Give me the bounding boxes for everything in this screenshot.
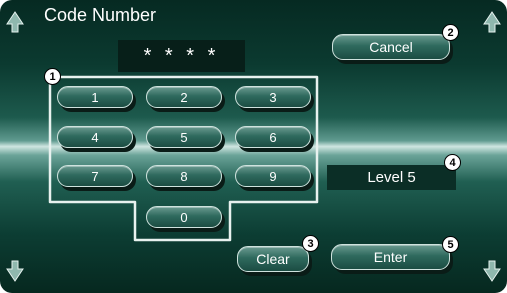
key-8-button[interactable]: 8 — [146, 165, 222, 187]
key-2-button[interactable]: 2 — [146, 86, 222, 108]
key-6-button[interactable]: 6 — [235, 126, 311, 148]
screen: Code Number * * * * Cancel 1 2 3 4 5 6 7… — [0, 0, 507, 293]
callout-1-badge: 1 — [44, 68, 61, 85]
callout-3-badge: 3 — [302, 235, 319, 252]
key-7-button[interactable]: 7 — [57, 165, 133, 187]
key-3-button[interactable]: 3 — [235, 86, 311, 108]
level-display: Level 5 — [327, 165, 456, 190]
key-9-button[interactable]: 9 — [235, 165, 311, 187]
callout-4-badge: 4 — [444, 154, 461, 171]
key-5-button[interactable]: 5 — [146, 126, 222, 148]
callout-5-badge: 5 — [442, 236, 459, 253]
key-0-button[interactable]: 0 — [146, 206, 222, 228]
clear-button[interactable]: Clear — [237, 246, 309, 272]
callout-2-badge: 2 — [442, 24, 459, 41]
key-1-button[interactable]: 1 — [57, 86, 133, 108]
enter-button[interactable]: Enter — [331, 244, 450, 270]
key-4-button[interactable]: 4 — [57, 126, 133, 148]
